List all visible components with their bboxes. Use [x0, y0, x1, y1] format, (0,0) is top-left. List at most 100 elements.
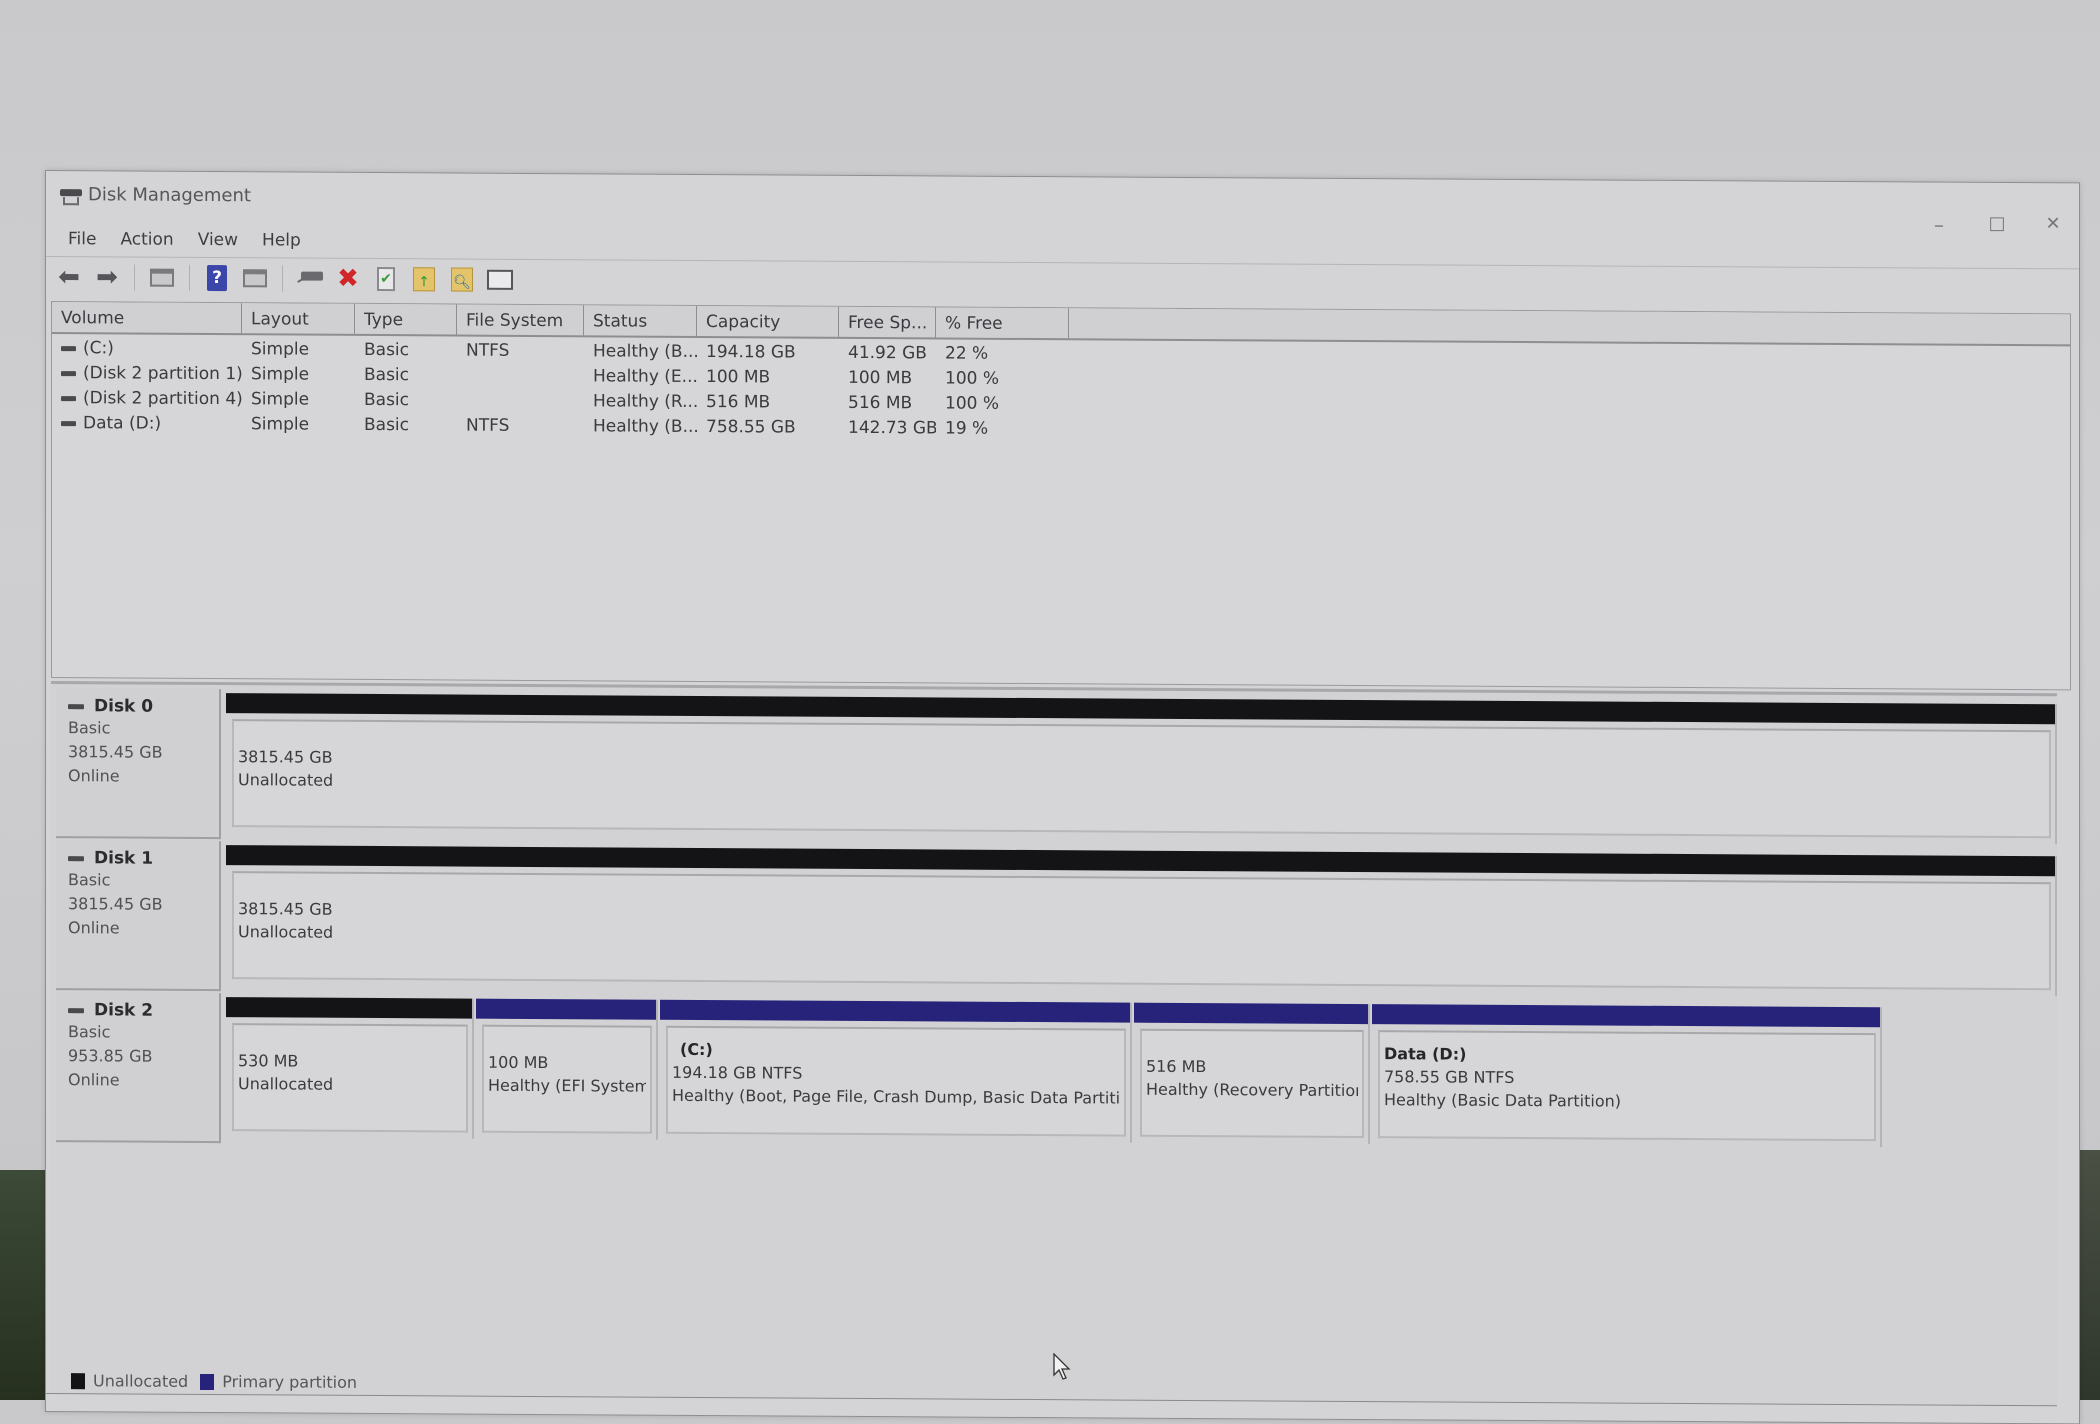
volume-cell: Data (D:) — [52, 411, 242, 437]
partition-d-drive[interactable]: Data (D:) 758.55 GB NTFS Healthy (Basic … — [1372, 1004, 1882, 1148]
capacity-cell: 516 MB — [706, 392, 771, 413]
disk-name: Disk 2 — [68, 1000, 219, 1021]
partition-size: 758.55 GB NTFS — [1384, 1067, 1515, 1087]
partition-c-drive[interactable]: (C:) 194.18 GB NTFS Healthy (Boot, Page … — [660, 999, 1132, 1143]
column-header-capacity[interactable]: Capacity — [697, 305, 839, 337]
list-view-icon — [487, 269, 513, 290]
partition-status: Unallocated — [238, 1074, 334, 1094]
partition-recovery[interactable]: 516 MB Healthy (Recovery Partition) — [1134, 1002, 1370, 1145]
partition-status: Healthy (Basic Data Partition) — [1384, 1090, 1621, 1111]
delete-icon: ✖ — [337, 263, 359, 294]
legend: Unallocated Primary partition — [71, 1371, 357, 1392]
explore-button[interactable]: 🔍︎ — [447, 265, 477, 293]
file-system-cell — [457, 364, 584, 390]
percent-free-cell: 22 % — [945, 343, 989, 364]
open-folder-icon: ↑ — [413, 267, 435, 292]
close-button[interactable]: ✕ — [2033, 213, 2073, 234]
partition-status: Healthy (EFI System — [488, 1075, 646, 1096]
disk-name-text: Disk 2 — [94, 1000, 154, 1021]
volume-cell: (Disk 2 partition 1) — [52, 361, 242, 387]
partition-unallocated[interactable]: 530 MB Unallocated — [226, 997, 474, 1139]
partition-size: 194.18 GB NTFS — [672, 1062, 803, 1083]
disk-state: Online — [68, 918, 120, 938]
disk-name: Disk 0 — [68, 696, 219, 717]
disk-state: Online — [68, 1070, 120, 1090]
connect-drive-icon — [297, 271, 323, 286]
delete-button[interactable]: ✖ — [333, 263, 363, 294]
open-button[interactable]: ↑ — [409, 265, 439, 293]
free-space-cell: 142.73 GB — [848, 417, 936, 439]
disk-info[interactable]: Disk 2 Basic 953.85 GB Online — [56, 992, 221, 1144]
partition-status: Healthy (Recovery Partition) — [1146, 1079, 1358, 1101]
disk-management-window: Disk Management – □ ✕ File Action View H… — [45, 170, 2080, 1424]
disk-row-disk-2: Disk 2 Basic 953.85 GB Online 530 MB Una… — [56, 992, 2057, 1154]
back-button[interactable]: ⬅ — [54, 262, 84, 293]
partition-body: (C:) 194.18 GB NTFS Healthy (Boot, Page … — [666, 1025, 1126, 1137]
partition-unallocated[interactable]: 3815.45 GB Unallocated — [226, 693, 2057, 845]
action-pane-icon — [243, 269, 267, 288]
partition-efi-system[interactable]: 100 MB Healthy (EFI System — [476, 998, 658, 1140]
partition-color-bar — [476, 998, 656, 1020]
column-header-percent-free[interactable]: % Free — [936, 307, 1069, 339]
column-header-status[interactable]: Status — [584, 305, 697, 336]
list-view-button[interactable] — [485, 266, 515, 294]
disk-row-disk-0: Disk 0 Basic 3815.45 GB Online 3815.45 G… — [56, 688, 2057, 850]
partition-map: 3815.45 GB Unallocated — [226, 845, 2057, 997]
menu-help[interactable]: Help — [250, 222, 313, 256]
back-icon: ⬅ — [58, 262, 80, 293]
column-header-type[interactable]: Type — [355, 303, 457, 335]
disk-name-text: Disk 0 — [94, 696, 154, 717]
column-header-file-system[interactable]: File System — [457, 304, 584, 336]
partition-body: 100 MB Healthy (EFI System — [482, 1024, 652, 1134]
background-left — [0, 1170, 45, 1400]
primary-partition-swatch-icon — [200, 1373, 215, 1390]
partition-color-bar — [226, 997, 472, 1019]
free-space-cell: 100 MB — [848, 367, 913, 389]
column-header-layout[interactable]: Layout — [242, 303, 355, 334]
status-cell: Healthy (B... — [593, 416, 697, 437]
volume-list-rows: (C:) Simple Basic NTFS Healthy (B... 194… — [52, 336, 2070, 448]
minimize-button[interactable]: – — [1919, 212, 1959, 237]
partition-body: 3815.45 GB Unallocated — [232, 719, 2051, 839]
legend-unallocated: Unallocated — [93, 1371, 189, 1391]
connect-drive-button[interactable] — [295, 265, 325, 293]
column-header-volume[interactable]: Volume — [52, 302, 242, 334]
partition-size: 530 MB — [238, 1051, 299, 1071]
partition-map: 3815.45 GB Unallocated — [226, 693, 2057, 845]
partition-status: Healthy (Boot, Page File, Crash Dump, Ba… — [672, 1085, 1120, 1108]
partition-color-bar — [1372, 1004, 1880, 1028]
toolbar-separator — [282, 265, 283, 292]
volume-icon — [61, 370, 76, 376]
partition-color-bar — [226, 845, 2055, 877]
file-system-cell: NTFS — [466, 340, 510, 361]
toolbar-separator — [189, 264, 190, 291]
window-title: Disk Management — [88, 184, 251, 207]
column-header-free-space[interactable]: Free Sp... — [839, 306, 936, 338]
free-space-cell: 41.92 GB — [848, 342, 927, 364]
menu-file[interactable]: File — [56, 221, 108, 255]
toolbar: ⬅ ➡ ? ✖ ✔ ↑ 🔍︎ — [54, 259, 515, 298]
type-cell: Basic — [364, 364, 410, 386]
status-cell: Healthy (E... — [593, 366, 697, 387]
partition-unallocated[interactable]: 3815.45 GB Unallocated — [226, 845, 2057, 997]
maximize-button[interactable]: □ — [1977, 213, 2017, 234]
volume-list-pane: Volume Layout Type File System Status Ca… — [51, 301, 2071, 691]
partition-color-bar — [1134, 1002, 1368, 1025]
volume-icon — [61, 420, 76, 426]
volume-cell: (Disk 2 partition 4) — [52, 386, 242, 412]
forward-button[interactable]: ➡ — [92, 262, 122, 292]
show-hide-console-tree-button[interactable] — [147, 264, 177, 292]
disk-info[interactable]: Disk 1 Basic 3815.45 GB Online — [56, 840, 221, 992]
help-button[interactable]: ? — [202, 264, 232, 292]
menu-action[interactable]: Action — [108, 221, 185, 255]
disk-type: Basic — [68, 1022, 111, 1042]
properties-button[interactable]: ✔ — [371, 265, 401, 293]
capacity-cell: 100 MB — [706, 367, 771, 388]
layout-cell: Simple — [251, 389, 310, 410]
disk-info[interactable]: Disk 0 Basic 3815.45 GB Online — [56, 688, 221, 840]
volume-name: (Disk 2 partition 4) — [83, 388, 242, 410]
disk-name: Disk 1 — [68, 848, 219, 869]
volume-icon — [61, 345, 76, 351]
menu-view[interactable]: View — [186, 222, 250, 256]
show-hide-action-pane-button[interactable] — [240, 264, 270, 292]
